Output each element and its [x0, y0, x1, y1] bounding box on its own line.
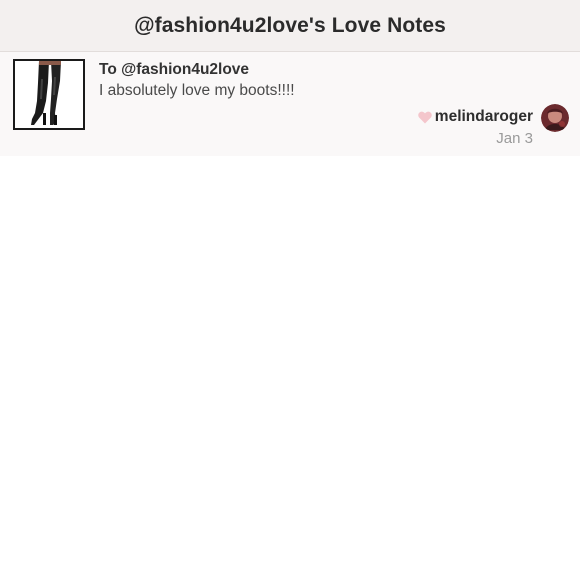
note-recipient: To @fashion4u2love: [99, 61, 250, 78]
sender-username[interactable]: melindaroger: [435, 108, 533, 126]
heart-icon: [418, 111, 432, 123]
page-title: @fashion4u2love's Love Notes: [134, 13, 446, 37]
boots-image: [15, 61, 83, 128]
note-date: Jan 3: [496, 130, 533, 147]
page-header: @fashion4u2love's Love Notes: [0, 0, 580, 52]
love-note-item: To @fashion4u2love I absolutely love my …: [0, 52, 580, 156]
avatar-image: [541, 104, 569, 132]
product-thumbnail[interactable]: [13, 59, 85, 130]
sender-row: melindaroger: [418, 108, 533, 126]
sender-avatar[interactable]: [541, 104, 569, 132]
note-message: I absolutely love my boots!!!!: [99, 82, 295, 99]
